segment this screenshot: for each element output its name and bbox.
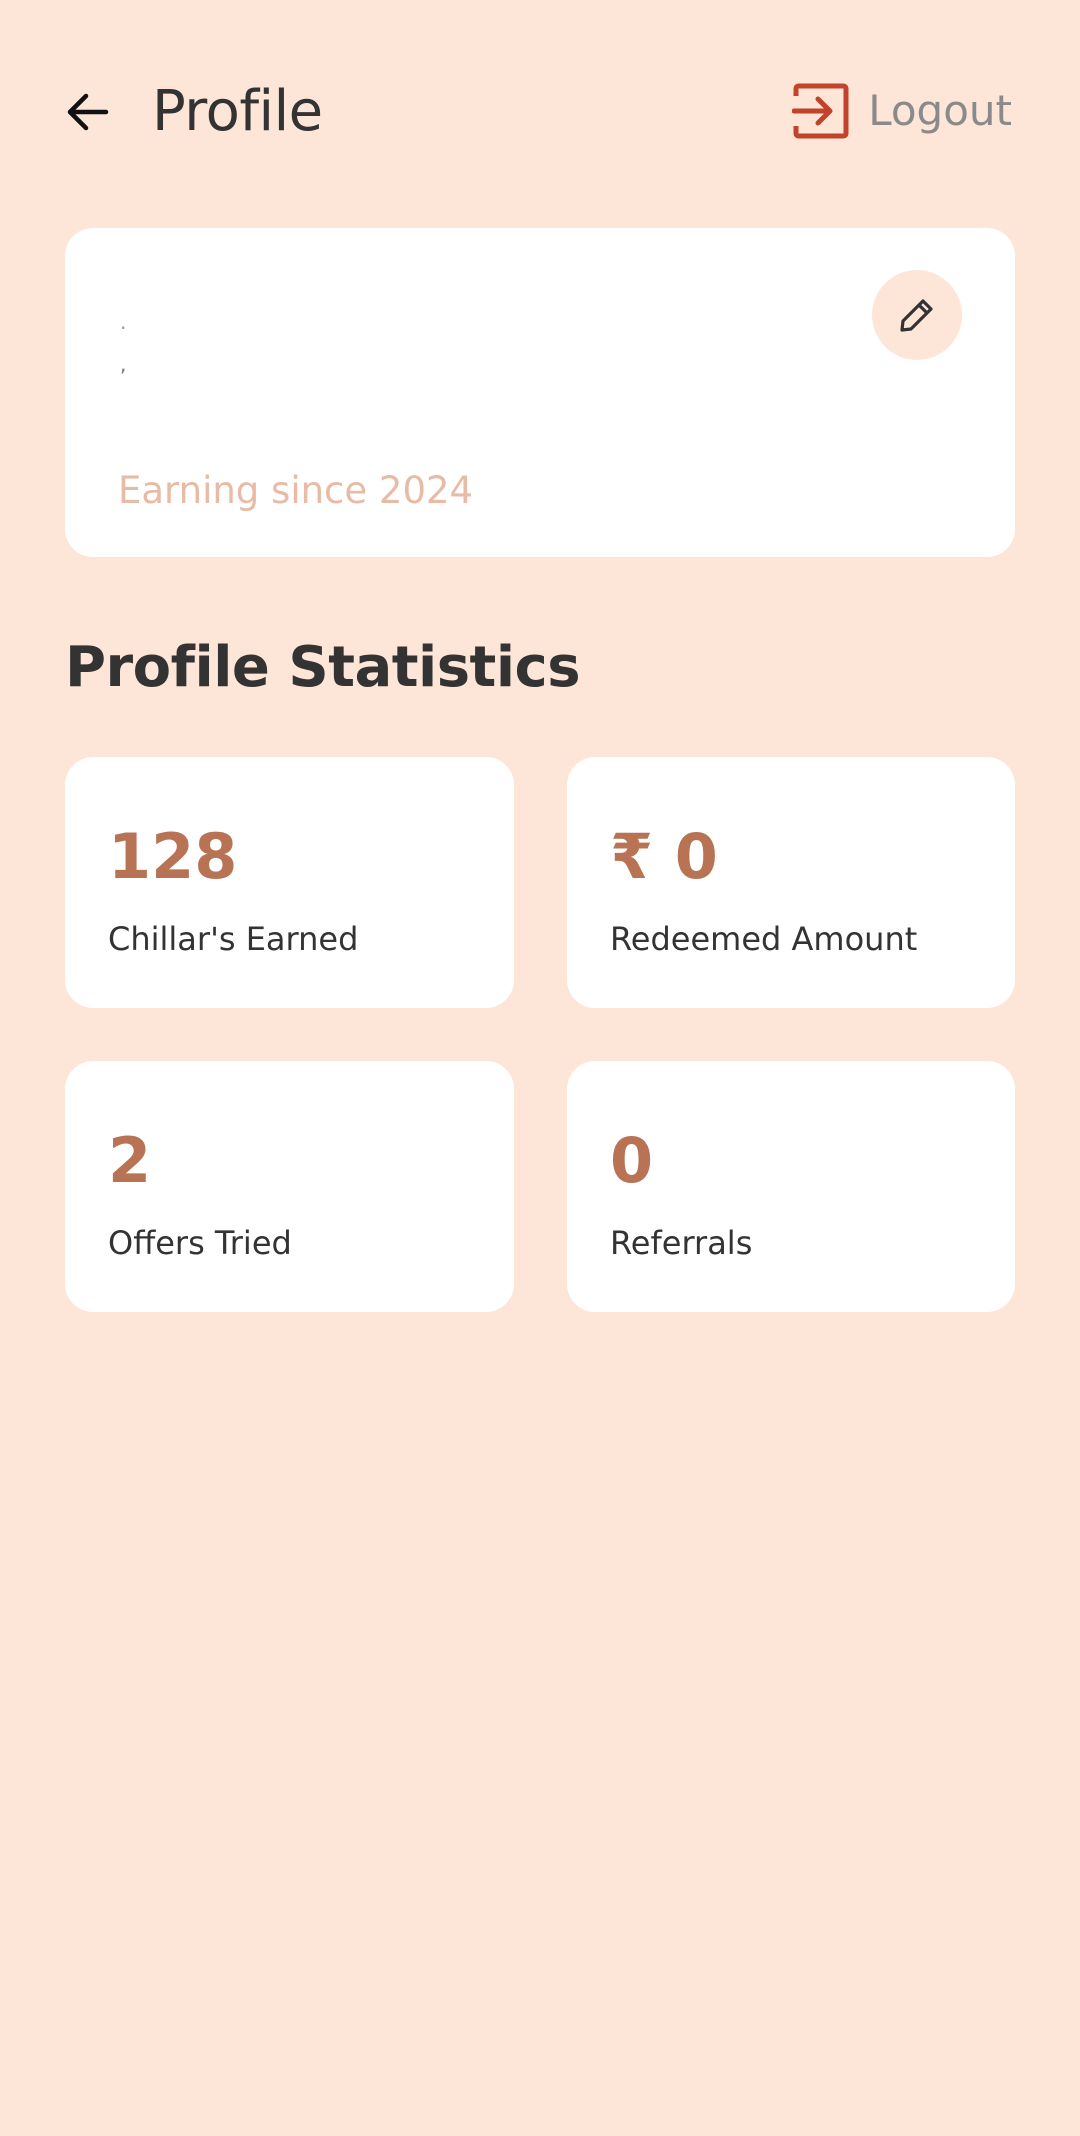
stat-label: Offers Tried (108, 1224, 292, 1262)
stat-value: 0 (610, 1124, 654, 1197)
page-title: Profile (152, 79, 323, 144)
stat-label: Redeemed Amount (610, 920, 918, 958)
stat-label: Referrals (610, 1224, 753, 1262)
stat-card-referrals: 0 Referrals (567, 1061, 1015, 1312)
arrow-left-icon (67, 93, 109, 131)
edit-profile-button[interactable] (872, 270, 962, 360)
earning-since-text: Earning since 2024 (118, 469, 474, 512)
stat-value: 128 (108, 820, 238, 893)
stat-value: ₹ 0 (610, 820, 718, 893)
app-header: Profile Logout (0, 0, 1080, 230)
back-button[interactable] (60, 84, 116, 140)
stat-value: 2 (108, 1124, 152, 1197)
stat-label: Chillar's Earned (108, 920, 359, 958)
logout-icon (792, 82, 850, 140)
profile-statistics-heading: Profile Statistics (65, 635, 581, 700)
profile-card: · , Earning since 2024 (65, 228, 1015, 557)
profile-handle: , (120, 352, 127, 376)
stat-card-redeemed-amount: ₹ 0 Redeemed Amount (567, 757, 1015, 1008)
stat-card-offers-tried: 2 Offers Tried (65, 1061, 514, 1312)
profile-name: · (120, 316, 127, 340)
stat-card-chillars-earned: 128 Chillar's Earned (65, 757, 514, 1008)
logout-label: Logout (868, 86, 1012, 135)
pencil-icon (900, 299, 933, 332)
logout-button[interactable]: Logout (792, 82, 1012, 140)
